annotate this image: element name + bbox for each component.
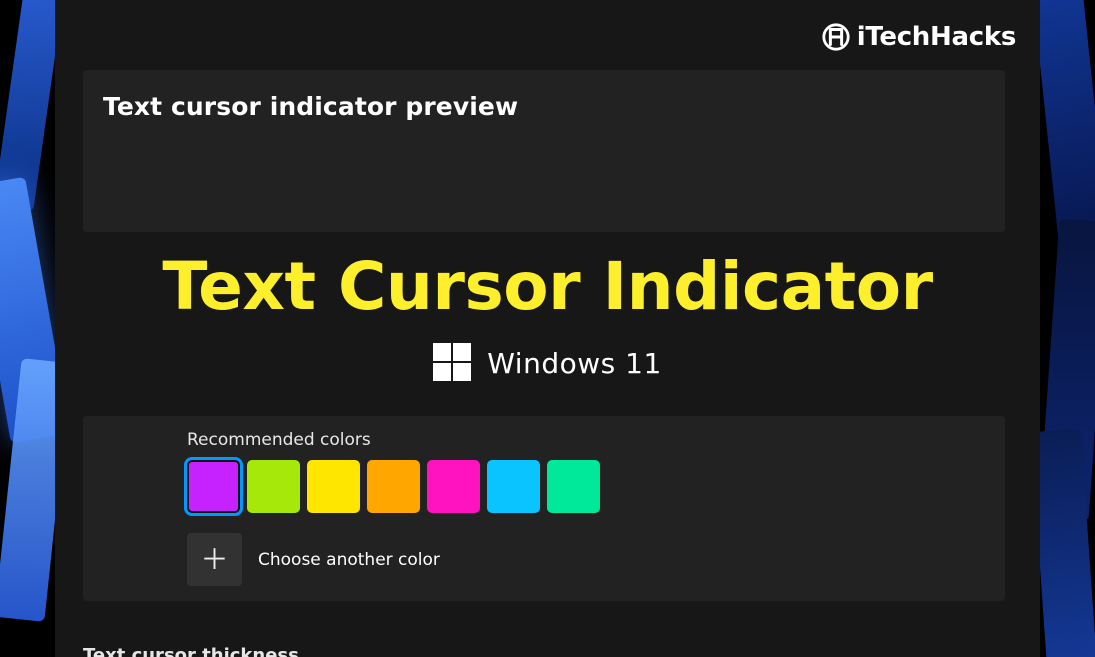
text-cursor-thickness-label: Text cursor thickness (83, 645, 299, 657)
preview-card: Text cursor indicator preview (83, 70, 1005, 232)
wallpaper-right (1040, 0, 1095, 657)
recommended-colors-card: Recommended colors ＋ Choose another colo… (83, 416, 1005, 601)
color-swatch-orange[interactable] (367, 460, 420, 513)
hero-subtitle-row: Windows 11 (433, 343, 662, 383)
hero-subtitle: Windows 11 (487, 347, 662, 380)
color-swatch-purple[interactable] (187, 460, 240, 513)
watermark-logo-icon (821, 22, 851, 52)
wallpaper-left (0, 0, 55, 657)
recommended-colors-label: Recommended colors (187, 430, 985, 450)
choose-another-color-label: Choose another color (258, 550, 440, 570)
choose-color-row: ＋ Choose another color (187, 533, 985, 586)
color-swatch-row (187, 460, 985, 513)
watermark: iTechHacks (821, 22, 1016, 52)
settings-panel: iTechHacks Text cursor indicator preview… (55, 0, 1040, 657)
hero-title: Text Cursor Indicator (55, 252, 1040, 321)
choose-another-color-button[interactable]: ＋ (187, 533, 242, 586)
color-swatch-yellow[interactable] (307, 460, 360, 513)
color-swatch-magenta[interactable] (427, 460, 480, 513)
plus-icon: ＋ (200, 546, 228, 574)
windows-logo-icon (433, 343, 473, 383)
preview-card-title: Text cursor indicator preview (103, 92, 985, 121)
color-swatch-lime[interactable] (247, 460, 300, 513)
hero: Text Cursor Indicator Windows 11 (55, 252, 1040, 387)
watermark-text: iTechHacks (857, 22, 1016, 52)
color-swatch-cyan[interactable] (487, 460, 540, 513)
color-swatch-teal[interactable] (547, 460, 600, 513)
